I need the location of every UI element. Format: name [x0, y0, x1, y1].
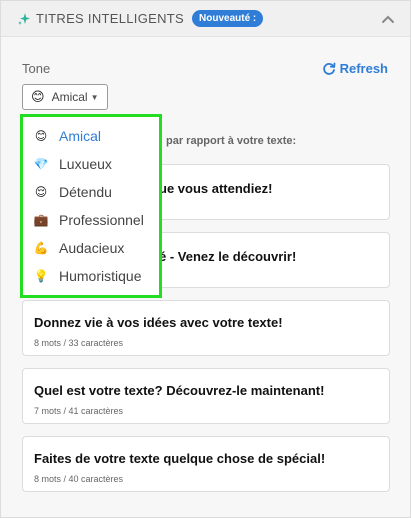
suggestion-title: é - Venez le découvrir! — [159, 249, 297, 264]
tone-option-label: Audacieux — [59, 240, 125, 256]
refresh-label: Refresh — [339, 61, 388, 76]
tone-option-audacieux[interactable]: 💪 Audacieux — [33, 237, 125, 259]
smiley-icon: 😊 — [31, 89, 45, 104]
tone-select-value: Amical — [51, 90, 88, 104]
suggestion-card[interactable]: Faites de votre texte quelque chose de s… — [22, 436, 390, 492]
tone-label: Tone — [22, 61, 51, 76]
panel-header[interactable]: TITRES INTELLIGENTS Nouveauté : — [1, 1, 410, 37]
suggestion-card[interactable]: Quel est votre texte? Découvrez-le maint… — [22, 368, 390, 424]
tone-option-amical[interactable]: 😊 Amical — [33, 125, 101, 147]
tone-option-detendu[interactable]: 😌 Détendu — [33, 181, 112, 203]
sparkle-icon — [17, 12, 31, 26]
smart-titles-panel: TITRES INTELLIGENTS Nouveauté : Tone Ref… — [0, 0, 411, 518]
tone-option-humoristique[interactable]: 💡 Humoristique — [33, 265, 142, 287]
suggestion-card[interactable]: Donnez vie à vos idées avec votre texte!… — [22, 300, 390, 356]
tone-option-professionnel[interactable]: 💼 Professionnel — [33, 209, 144, 231]
relieved-face-icon: 😌 — [34, 185, 48, 199]
tone-option-luxueux[interactable]: 💎 Luxueux — [33, 153, 112, 175]
suggestion-meta: 8 mots / 40 caractères — [34, 474, 124, 484]
refresh-icon — [322, 62, 335, 75]
suggestion-title: Quel est votre texte? Découvrez-le maint… — [34, 383, 325, 398]
suggestions-subtitle: par rapport à votre texte: — [166, 135, 297, 147]
tone-select[interactable]: 😊 Amical ▼ — [22, 84, 108, 110]
flexed-arm-icon: 💪 — [33, 241, 49, 255]
suggestion-meta: 8 mots / 33 caractères — [34, 338, 124, 348]
suggestion-title: Donnez vie à vos idées avec votre texte! — [34, 315, 283, 330]
tone-dropdown-menu: 😊 Amical 💎 Luxueux 😌 Détendu 💼 Professio… — [20, 114, 162, 298]
diamond-icon: 💎 — [33, 157, 49, 171]
suggestion-title: Faites de votre texte quelque chose de s… — [34, 451, 326, 466]
briefcase-icon: 💼 — [33, 213, 49, 227]
lightbulb-icon: 💡 — [33, 269, 49, 283]
refresh-button[interactable]: Refresh — [322, 61, 388, 76]
panel-title: TITRES INTELLIGENTS — [36, 11, 185, 26]
caret-down-icon: ▼ — [90, 92, 99, 102]
chevron-up-icon[interactable] — [380, 11, 396, 27]
new-badge: Nouveauté : — [192, 10, 264, 27]
tone-option-label: Détendu — [59, 184, 112, 200]
tone-option-label: Luxueux — [59, 156, 112, 172]
tone-option-label: Professionnel — [59, 212, 144, 228]
tone-option-label: Amical — [59, 128, 102, 144]
suggestion-meta: 7 mots / 41 caractères — [34, 406, 124, 416]
suggestion-title: ue vous attendiez! — [159, 181, 273, 196]
tone-option-label: Humoristique — [59, 268, 142, 284]
smiley-icon: 😊 — [34, 129, 48, 143]
